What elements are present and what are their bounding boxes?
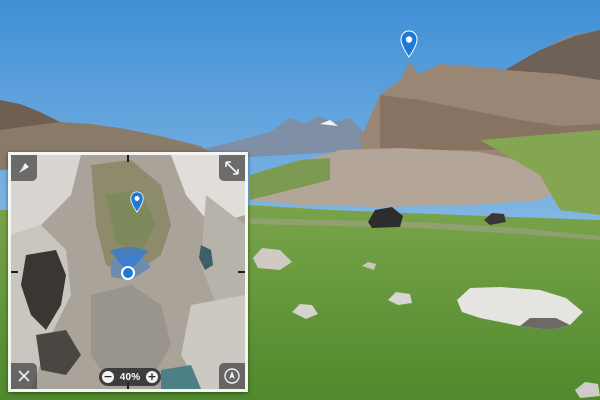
zoom-level-label: 40% — [119, 371, 141, 383]
compass-needle-icon — [19, 163, 29, 173]
close-icon — [18, 370, 30, 382]
navigation-button[interactable] — [219, 363, 245, 389]
navigation-arrow-icon — [224, 368, 240, 384]
map-pin-icon[interactable] — [400, 30, 418, 58]
compass-button[interactable] — [11, 155, 37, 181]
current-location-dot — [121, 266, 135, 280]
zoom-in-button[interactable]: + — [146, 371, 158, 383]
minimap-tick-left — [11, 271, 18, 273]
fullscreen-button[interactable] — [219, 155, 245, 181]
zoom-out-symbol: − — [103, 370, 113, 383]
minimap-pin-icon[interactable] — [130, 191, 144, 213]
zoom-in-symbol: + — [147, 370, 157, 383]
fullscreen-icon — [225, 161, 239, 175]
close-button[interactable] — [11, 363, 37, 389]
minimap-panel[interactable]: − 40% + — [8, 152, 248, 392]
minimap-tick-top — [127, 155, 129, 162]
zoom-control: − 40% + — [99, 368, 161, 386]
minimap-tick-right — [238, 271, 245, 273]
zoom-out-button[interactable]: − — [102, 371, 114, 383]
